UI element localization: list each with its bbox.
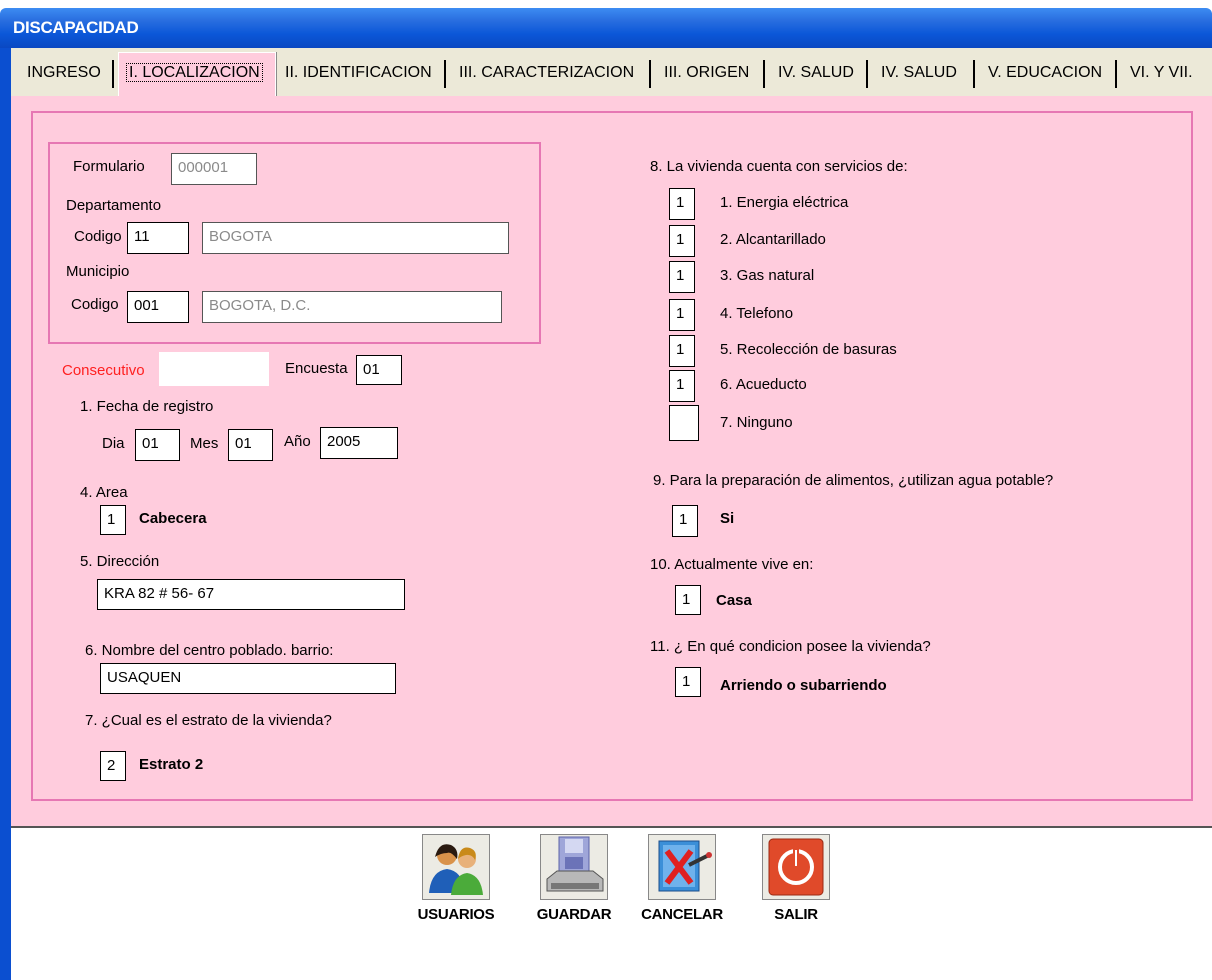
usuarios-button[interactable]: USUARIOS xyxy=(410,834,502,923)
window-frame-left xyxy=(0,48,11,980)
users-icon xyxy=(422,834,490,900)
save-disk-icon xyxy=(540,834,608,900)
vive-code-field[interactable]: 1 xyxy=(675,585,701,615)
servicio-telefono-field[interactable]: 1 xyxy=(669,299,695,331)
consecutivo-label: Consecutivo xyxy=(62,362,145,379)
dep-codigo-label: Codigo xyxy=(74,228,122,245)
vive-label: 10. Actualmente vive en: xyxy=(650,556,814,573)
tab-ingreso[interactable]: INGRESO xyxy=(21,58,107,88)
servicio-telefono-label: 4. Telefono xyxy=(720,305,794,322)
municipio-label: Municipio xyxy=(66,263,130,280)
tab-vi-vii[interactable]: VI. Y VII. xyxy=(1124,58,1199,88)
encuesta-field[interactable]: 01 xyxy=(356,355,402,385)
direccion-field[interactable]: KRA 82 # 56- 67 xyxy=(97,579,405,610)
tab-identificacion[interactable]: II. IDENTIFICACION xyxy=(279,58,438,88)
panel-divider xyxy=(11,826,1212,828)
servicio-gas-field[interactable]: 1 xyxy=(669,261,695,293)
area-code-field[interactable]: 1 xyxy=(100,505,126,535)
departamento-label: Departamento xyxy=(66,197,162,214)
cancelar-label: CANCELAR xyxy=(641,906,723,923)
mes-field[interactable]: 01 xyxy=(228,429,273,461)
anio-label: Año xyxy=(284,433,311,450)
servicio-basuras-field[interactable]: 1 xyxy=(669,335,695,367)
servicio-alcantarillado-field[interactable]: 1 xyxy=(669,225,695,257)
estrato-code-field[interactable]: 2 xyxy=(100,751,126,781)
servicio-energia-field[interactable]: 1 xyxy=(669,188,695,220)
servicio-ninguno-label: 7. Ninguno xyxy=(720,414,793,431)
servicio-acueducto-label: 6. Acueducto xyxy=(720,376,807,393)
tab-separator xyxy=(866,60,868,88)
barrio-label: 6. Nombre del centro poblado. barrio: xyxy=(85,642,334,659)
vive-text: Casa xyxy=(716,592,752,609)
area-label: 4. Area xyxy=(80,484,128,501)
dep-nombre-field[interactable]: BOGOTA xyxy=(202,222,509,254)
condicion-code-field[interactable]: 1 xyxy=(675,667,701,697)
barrio-field[interactable]: USAQUEN xyxy=(100,663,396,694)
servicio-acueducto-field[interactable]: 1 xyxy=(669,370,695,402)
tab-educacion[interactable]: V. EDUCACION xyxy=(982,58,1108,88)
tab-salud-2[interactable]: IV. SALUD xyxy=(875,58,963,88)
tab-separator xyxy=(112,60,114,88)
anio-field[interactable]: 2005 xyxy=(320,427,398,459)
agua-code-field[interactable]: 1 xyxy=(672,505,698,537)
mun-nombre-field[interactable]: BOGOTA, D.C. xyxy=(202,291,502,323)
window-titlebar[interactable]: DISCAPACIDAD xyxy=(0,8,1212,48)
tab-separator xyxy=(973,60,975,88)
tab-separator xyxy=(1115,60,1117,88)
tab-origen[interactable]: III. ORIGEN xyxy=(658,58,755,88)
estrato-text: Estrato 2 xyxy=(139,756,204,773)
consecutivo-field[interactable] xyxy=(159,352,269,386)
fecha-label: 1. Fecha de registro xyxy=(80,398,214,415)
tab-separator xyxy=(763,60,765,88)
dep-codigo-field[interactable]: 11 xyxy=(127,222,189,254)
tab-localizacion[interactable]: I. LOCALIZACION xyxy=(121,58,268,88)
servicio-basuras-label: 5. Recolección de basuras xyxy=(720,341,897,358)
mun-codigo-field[interactable]: 001 xyxy=(127,291,189,323)
tab-separator xyxy=(649,60,651,88)
direccion-label: 5. Dirección xyxy=(80,553,160,570)
window-title: DISCAPACIDAD xyxy=(13,18,139,37)
formulario-label: Formulario xyxy=(73,158,145,175)
cancel-x-icon xyxy=(648,834,716,900)
tab-caracterizacion[interactable]: III. CARACTERIZACION xyxy=(453,58,640,88)
servicio-ninguno-field[interactable] xyxy=(669,405,699,441)
salir-button[interactable]: SALIR xyxy=(760,834,832,923)
condicion-text: Arriendo o subarriendo xyxy=(720,677,887,694)
servicios-label: 8. La vivienda cuenta con servicios de: xyxy=(650,158,908,175)
agua-label: 9. Para la preparación de alimentos, ¿ut… xyxy=(653,472,1054,489)
mes-label: Mes xyxy=(190,435,219,452)
servicio-alcantarillado-label: 2. Alcantarillado xyxy=(720,231,826,248)
power-icon xyxy=(762,834,830,900)
area-text: Cabecera xyxy=(139,510,207,527)
servicio-energia-label: 1. Energia eléctrica xyxy=(720,194,849,211)
tab-salud-1[interactable]: IV. SALUD xyxy=(772,58,860,88)
condicion-label: 11. ¿ En qué condicion posee la vivienda… xyxy=(650,638,931,655)
guardar-label: GUARDAR xyxy=(536,906,612,923)
dia-label: Dia xyxy=(102,435,125,452)
cancelar-button[interactable]: CANCELAR xyxy=(636,834,728,923)
salir-label: SALIR xyxy=(774,906,818,923)
guardar-button[interactable]: GUARDAR xyxy=(528,834,620,923)
usuarios-label: USUARIOS xyxy=(417,906,495,923)
formulario-field[interactable]: 000001 xyxy=(171,153,257,185)
servicio-gas-label: 3. Gas natural xyxy=(720,267,815,284)
encuesta-label: Encuesta xyxy=(285,360,348,377)
dia-field[interactable]: 01 xyxy=(135,429,180,461)
agua-text: Si xyxy=(720,510,735,527)
estrato-label: 7. ¿Cual es el estrato de la vivienda? xyxy=(85,712,332,729)
tab-separator xyxy=(444,60,446,88)
mun-codigo-label: Codigo xyxy=(71,296,119,313)
